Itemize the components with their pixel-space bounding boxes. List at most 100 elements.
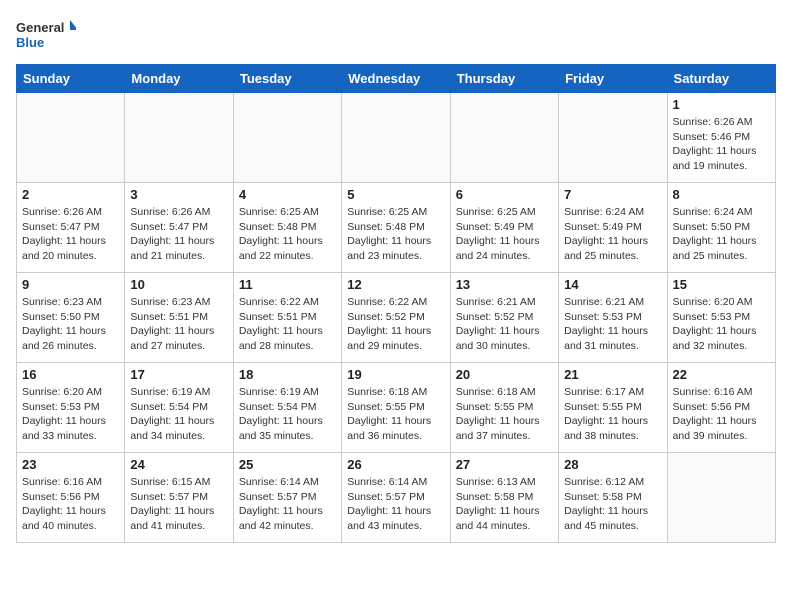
day-cell: 28 Sunrise: 6:12 AM Sunset: 5:58 PM Dayli… <box>559 453 667 543</box>
day-info: Sunrise: 6:21 AM Sunset: 5:53 PM Dayligh… <box>564 295 661 354</box>
day-info: Sunrise: 6:16 AM Sunset: 5:56 PM Dayligh… <box>673 385 770 444</box>
calendar: SundayMondayTuesdayWednesdayThursdayFrid… <box>16 64 776 543</box>
day-number: 14 <box>564 277 661 292</box>
day-cell: 16 Sunrise: 6:20 AM Sunset: 5:53 PM Dayli… <box>17 363 125 453</box>
day-cell: 25 Sunrise: 6:14 AM Sunset: 5:57 PM Dayli… <box>233 453 341 543</box>
day-cell: 24 Sunrise: 6:15 AM Sunset: 5:57 PM Dayli… <box>125 453 233 543</box>
day-info: Sunrise: 6:14 AM Sunset: 5:57 PM Dayligh… <box>239 475 336 534</box>
day-cell: 18Sunrise: 6:19 AM Sunset: 5:54 PM Dayli… <box>233 363 341 453</box>
day-cell <box>450 93 558 183</box>
day-cell: 23 Sunrise: 6:16 AM Sunset: 5:56 PM Dayli… <box>17 453 125 543</box>
day-cell: 22Sunrise: 6:16 AM Sunset: 5:56 PM Dayli… <box>667 363 775 453</box>
column-header-monday: Monday <box>125 65 233 93</box>
day-cell: 21Sunrise: 6:17 AM Sunset: 5:55 PM Dayli… <box>559 363 667 453</box>
svg-text:Blue: Blue <box>16 35 44 50</box>
day-cell: 26 Sunrise: 6:14 AM Sunset: 5:57 PM Dayli… <box>342 453 450 543</box>
day-number: 25 <box>239 457 336 472</box>
week-row-1: 1 Sunrise: 6:26 AM Sunset: 5:46 PM Daylig… <box>17 93 776 183</box>
day-info: Sunrise: 6:26 AM Sunset: 5:47 PM Dayligh… <box>130 205 227 264</box>
day-info: Sunrise: 6:13 AM Sunset: 5:58 PM Dayligh… <box>456 475 553 534</box>
header: General Blue <box>16 16 776 56</box>
day-number: 20 <box>456 367 553 382</box>
day-cell: 27 Sunrise: 6:13 AM Sunset: 5:58 PM Dayli… <box>450 453 558 543</box>
day-number: 1 <box>673 97 770 112</box>
day-info: Sunrise: 6:25 AM Sunset: 5:48 PM Dayligh… <box>347 205 444 264</box>
svg-text:General: General <box>16 20 64 35</box>
day-number: 8 <box>673 187 770 202</box>
day-cell <box>559 93 667 183</box>
day-info: Sunrise: 6:19 AM Sunset: 5:54 PM Dayligh… <box>239 385 336 444</box>
week-row-2: 2 Sunrise: 6:26 AM Sunset: 5:47 PM Daylig… <box>17 183 776 273</box>
day-cell: 13Sunrise: 6:21 AM Sunset: 5:52 PM Dayli… <box>450 273 558 363</box>
day-cell: 9 Sunrise: 6:23 AM Sunset: 5:50 PM Daylig… <box>17 273 125 363</box>
week-row-4: 16 Sunrise: 6:20 AM Sunset: 5:53 PM Dayli… <box>17 363 776 453</box>
day-number: 7 <box>564 187 661 202</box>
column-header-tuesday: Tuesday <box>233 65 341 93</box>
day-number: 2 <box>22 187 119 202</box>
day-number: 6 <box>456 187 553 202</box>
day-number: 3 <box>130 187 227 202</box>
day-cell: 19 Sunrise: 6:18 AM Sunset: 5:55 PM Dayli… <box>342 363 450 453</box>
day-cell <box>667 453 775 543</box>
day-info: Sunrise: 6:25 AM Sunset: 5:49 PM Dayligh… <box>456 205 553 264</box>
day-cell <box>342 93 450 183</box>
day-cell: 10 Sunrise: 6:23 AM Sunset: 5:51 PM Dayli… <box>125 273 233 363</box>
day-cell: 8 Sunrise: 6:24 AM Sunset: 5:50 PM Daylig… <box>667 183 775 273</box>
day-cell: 7 Sunrise: 6:24 AM Sunset: 5:49 PM Daylig… <box>559 183 667 273</box>
day-info: Sunrise: 6:22 AM Sunset: 5:51 PM Dayligh… <box>239 295 336 354</box>
day-cell <box>233 93 341 183</box>
day-cell: 4Sunrise: 6:25 AM Sunset: 5:48 PM Daylig… <box>233 183 341 273</box>
day-number: 10 <box>130 277 227 292</box>
day-number: 5 <box>347 187 444 202</box>
day-info: Sunrise: 6:15 AM Sunset: 5:57 PM Dayligh… <box>130 475 227 534</box>
day-number: 15 <box>673 277 770 292</box>
day-info: Sunrise: 6:22 AM Sunset: 5:52 PM Dayligh… <box>347 295 444 354</box>
day-number: 24 <box>130 457 227 472</box>
day-info: Sunrise: 6:24 AM Sunset: 5:49 PM Dayligh… <box>564 205 661 264</box>
day-number: 11 <box>239 277 336 292</box>
column-header-wednesday: Wednesday <box>342 65 450 93</box>
day-cell: 20 Sunrise: 6:18 AM Sunset: 5:55 PM Dayli… <box>450 363 558 453</box>
day-number: 23 <box>22 457 119 472</box>
day-cell: 17Sunrise: 6:19 AM Sunset: 5:54 PM Dayli… <box>125 363 233 453</box>
day-info: Sunrise: 6:18 AM Sunset: 5:55 PM Dayligh… <box>347 385 444 444</box>
day-cell: 14 Sunrise: 6:21 AM Sunset: 5:53 PM Dayli… <box>559 273 667 363</box>
day-number: 12 <box>347 277 444 292</box>
day-number: 4 <box>239 187 336 202</box>
day-number: 27 <box>456 457 553 472</box>
day-info: Sunrise: 6:21 AM Sunset: 5:52 PM Dayligh… <box>456 295 553 354</box>
day-cell: 11 Sunrise: 6:22 AM Sunset: 5:51 PM Dayli… <box>233 273 341 363</box>
day-cell: 3 Sunrise: 6:26 AM Sunset: 5:47 PM Daylig… <box>125 183 233 273</box>
column-header-friday: Friday <box>559 65 667 93</box>
week-row-3: 9 Sunrise: 6:23 AM Sunset: 5:50 PM Daylig… <box>17 273 776 363</box>
day-info: Sunrise: 6:12 AM Sunset: 5:58 PM Dayligh… <box>564 475 661 534</box>
day-number: 16 <box>22 367 119 382</box>
day-cell: 2 Sunrise: 6:26 AM Sunset: 5:47 PM Daylig… <box>17 183 125 273</box>
day-number: 26 <box>347 457 444 472</box>
column-header-thursday: Thursday <box>450 65 558 93</box>
column-header-sunday: Sunday <box>17 65 125 93</box>
day-cell <box>17 93 125 183</box>
day-info: Sunrise: 6:23 AM Sunset: 5:50 PM Dayligh… <box>22 295 119 354</box>
day-info: Sunrise: 6:18 AM Sunset: 5:55 PM Dayligh… <box>456 385 553 444</box>
day-info: Sunrise: 6:19 AM Sunset: 5:54 PM Dayligh… <box>130 385 227 444</box>
day-info: Sunrise: 6:20 AM Sunset: 5:53 PM Dayligh… <box>22 385 119 444</box>
calendar-header-row: SundayMondayTuesdayWednesdayThursdayFrid… <box>17 65 776 93</box>
day-number: 9 <box>22 277 119 292</box>
day-cell: 12 Sunrise: 6:22 AM Sunset: 5:52 PM Dayli… <box>342 273 450 363</box>
day-info: Sunrise: 6:14 AM Sunset: 5:57 PM Dayligh… <box>347 475 444 534</box>
day-number: 28 <box>564 457 661 472</box>
logo: General Blue <box>16 16 76 56</box>
day-number: 21 <box>564 367 661 382</box>
day-number: 19 <box>347 367 444 382</box>
day-cell: 1 Sunrise: 6:26 AM Sunset: 5:46 PM Daylig… <box>667 93 775 183</box>
day-cell: 6 Sunrise: 6:25 AM Sunset: 5:49 PM Daylig… <box>450 183 558 273</box>
day-cell <box>125 93 233 183</box>
day-info: Sunrise: 6:16 AM Sunset: 5:56 PM Dayligh… <box>22 475 119 534</box>
day-cell: 15 Sunrise: 6:20 AM Sunset: 5:53 PM Dayli… <box>667 273 775 363</box>
day-info: Sunrise: 6:26 AM Sunset: 5:46 PM Dayligh… <box>673 115 770 174</box>
day-info: Sunrise: 6:24 AM Sunset: 5:50 PM Dayligh… <box>673 205 770 264</box>
day-info: Sunrise: 6:23 AM Sunset: 5:51 PM Dayligh… <box>130 295 227 354</box>
day-info: Sunrise: 6:20 AM Sunset: 5:53 PM Dayligh… <box>673 295 770 354</box>
day-info: Sunrise: 6:26 AM Sunset: 5:47 PM Dayligh… <box>22 205 119 264</box>
